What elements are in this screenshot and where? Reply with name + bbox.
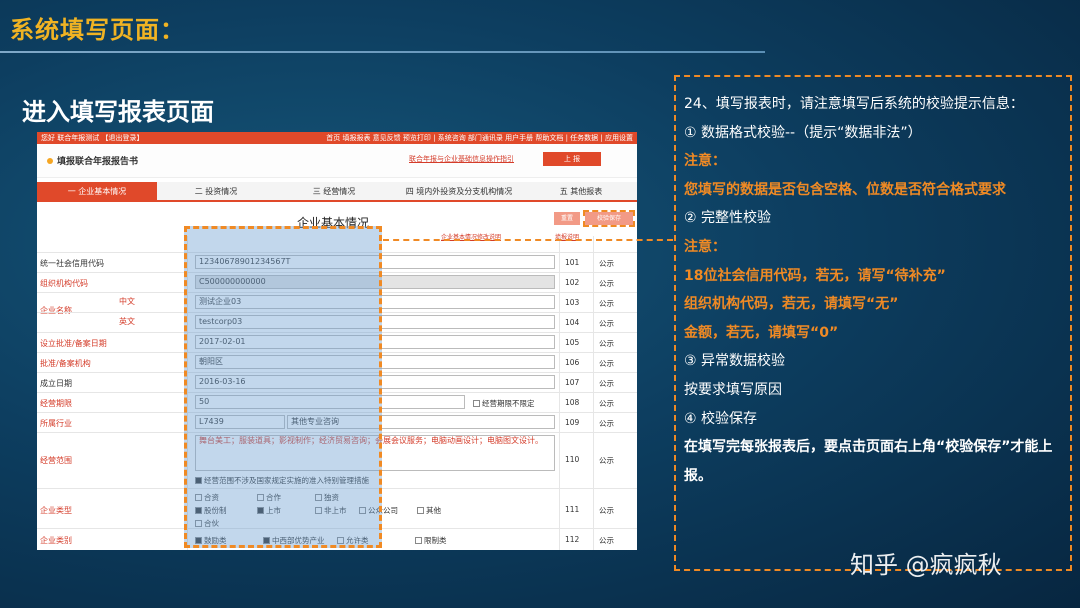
form-topbar: 您好 联合年报测试 【退出登录】 首页 填报报表 意见反馈 预览打印 | 系统咨… [37, 132, 637, 144]
title-divider [0, 51, 765, 53]
form-header-title: 填报联合年报报告书 [47, 154, 138, 167]
note-credit-code: 18位社会信用代码，若无，请写“待补充” [684, 267, 946, 284]
check-complete-heading: ② 完整性校验 [684, 210, 772, 227]
bullet-dot-icon [47, 158, 53, 164]
note-format: 您填写的数据是否包含空格、位数是否符合格式要求 [684, 181, 1006, 198]
notes-text: 24、填写报表时，请注意填写后系统的校验提示信息： ① 数据格式校验--（提示“… [684, 90, 1064, 490]
submit-report-button[interactable]: 上 报 [543, 152, 601, 166]
tab-investment[interactable]: 二 投资情况 [157, 182, 275, 202]
tab-branches[interactable]: 四 境内外投资及分支机构情况 [393, 182, 525, 202]
note-save: 在填写完每张报表后，要点击页面右上角“校验保存”才能上报。 [684, 439, 1053, 484]
note-abnormal: 按要求填写原因 [684, 381, 782, 398]
type-option[interactable]: 其他 [417, 505, 441, 516]
form-tabs: 一 企业基本情况 二 投资情况 三 经营情况 四 境内外投资及分支机构情况 五 … [37, 182, 637, 202]
tab-other-reports[interactable]: 五 其他报表 [525, 182, 637, 202]
no-limit-checkbox[interactable]: 经营期限不限定 [473, 398, 535, 409]
check-save-heading: ④ 校验保存 [684, 410, 758, 427]
verify-save-button[interactable]: 校验保存 [583, 210, 635, 227]
form-header: 填报联合年报报告书 联合年报与企业基础信息操作指引 上 报 [37, 144, 637, 178]
slide-subtitle: 进入填写报表页面 [22, 98, 214, 126]
form-screenshot: 您好 联合年报测试 【退出登录】 首页 填报报表 意见反馈 预览打印 | 系统咨… [37, 132, 637, 550]
topbar-user-info: 您好 联合年报测试 【退出登录】 [41, 134, 144, 142]
slide-title: 系统填写页面： [10, 16, 185, 44]
note-label: 注意： [684, 153, 726, 170]
connector-line [383, 239, 673, 241]
reset-button[interactable]: 重置 [554, 212, 580, 225]
watermark: 知乎 @疯疯秋 [850, 551, 1002, 579]
check-abnormal-heading: ③ 异常数据校验 [684, 353, 786, 370]
topbar-menu[interactable]: 首页 填报报表 意见反馈 预览打印 | 系统咨询 部门通讯录 用户手册 帮助文档… [326, 132, 633, 144]
highlight-box [184, 226, 382, 548]
tab-basic-info[interactable]: 一 企业基本情况 [37, 182, 157, 202]
note-amount: 金额，若无，请填写“0” [684, 324, 839, 341]
guide-link[interactable]: 联合年报与企业基础信息操作指引 [409, 154, 514, 164]
tab-operations[interactable]: 三 经营情况 [275, 182, 393, 202]
panel-intro: 24、填写报表时，请注意填写后系统的校验提示信息： [684, 96, 1024, 112]
category-option[interactable]: 限制类 [415, 535, 447, 546]
check-format-heading: ① 数据格式校验--（提示“数据非法”） [684, 124, 922, 141]
note-org-code: 组织机构代码，若无，请填写“无” [684, 296, 899, 313]
note-label: 注意： [684, 238, 726, 255]
